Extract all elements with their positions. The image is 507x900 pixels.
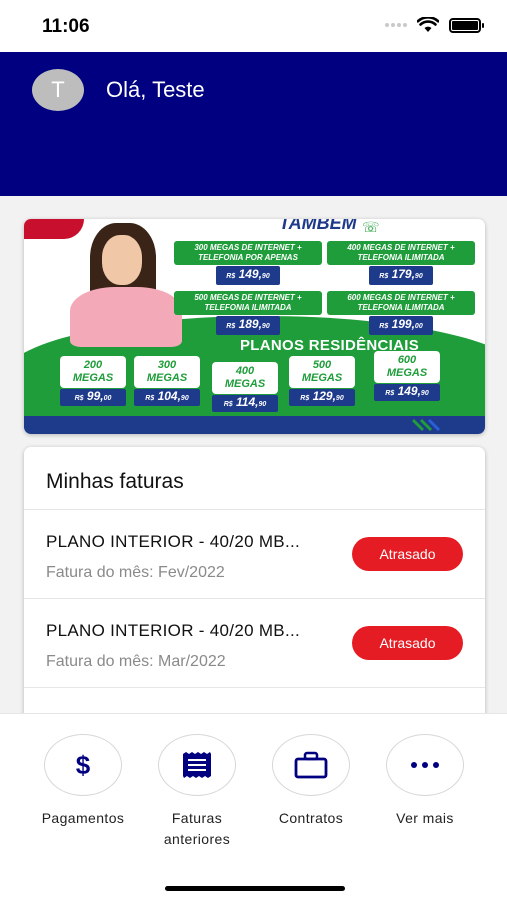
receipt-icon[interactable] [158, 734, 236, 796]
status-bar: 11:06 [0, 0, 507, 52]
header: T Olá, Teste [0, 52, 507, 196]
combo-label: 600 MEGAS DE INTERNET + TELEFONIA ILIMIT… [327, 291, 475, 315]
plan-card: 500 MEGAS R$ 129,90 [289, 356, 355, 406]
plan-card: 300 MEGAS R$ 104,90 [134, 356, 200, 406]
fatura-item[interactable]: PLANO INTERIOR - 40/20 MB... Fatura do m… [24, 509, 485, 598]
combo-price: R$ 189,90 [216, 316, 280, 335]
plan-card: 600 MEGAS R$ 149,90 [374, 351, 440, 401]
plan-card: 400 MEGAS R$ 114,90 [212, 362, 278, 412]
nav-faturas-anteriores[interactable]: Faturas anteriores [142, 734, 252, 850]
faturas-card: Minhas faturas PLANO INTERIOR - 40/20 MB… [24, 447, 485, 737]
nav-label: Pagamentos [41, 810, 125, 826]
banner-headline: TAMBÉM [279, 219, 357, 233]
dollar-icon[interactable]: $ [44, 734, 122, 796]
battery-icon [449, 17, 484, 33]
fatura-plan-name: PLANO INTERIOR - 40/20 MB... [46, 621, 301, 640]
nav-ver-mais[interactable]: Ver mais [370, 734, 480, 829]
fatura-month: Fatura do mês: Mar/2022 [46, 653, 226, 670]
combo-label: 400 MEGAS DE INTERNET + TELEFONIA ILIMIT… [327, 241, 475, 265]
combo-offer: 300 MEGAS DE INTERNET + TELEFONIA POR AP… [174, 241, 322, 285]
nav-contratos[interactable]: Contratos [256, 734, 366, 829]
briefcase-icon[interactable] [272, 734, 350, 796]
status-badge: Atrasado [352, 626, 463, 660]
status-badge: Atrasado [352, 537, 463, 571]
faturas-title: Minhas faturas [46, 470, 184, 493]
bottom-nav: $ Pagamentos Faturas anteriores Contrato… [0, 713, 507, 900]
signal-icon [385, 23, 407, 27]
fatura-plan-name: PLANO INTERIOR - 40/20 MB... [46, 532, 301, 551]
combo-offer: 500 MEGAS DE INTERNET + TELEFONIA ILIMIT… [174, 291, 322, 335]
nav-label: Contratos [278, 810, 344, 826]
more-icon[interactable] [386, 734, 464, 796]
combo-price: R$ 149,90 [216, 266, 280, 285]
combo-price: R$ 179,90 [369, 266, 433, 285]
greeting: Olá, Teste [106, 77, 205, 102]
combo-offer: 600 MEGAS DE INTERNET + TELEFONIA ILIMIT… [327, 291, 475, 335]
plan-card: 200 MEGAS R$ 99,00 [60, 356, 126, 406]
wifi-icon [417, 17, 439, 32]
combo-label: 500 MEGAS DE INTERNET + TELEFONIA ILIMIT… [174, 291, 322, 315]
status-icons [385, 17, 484, 33]
brand-logo-icon [411, 418, 441, 432]
phone-icon: ☏ [362, 219, 380, 235]
nav-label: Faturas anteriores [163, 810, 231, 847]
home-indicator [165, 886, 345, 891]
avatar[interactable]: T [32, 69, 84, 111]
nav-label: Ver mais [396, 810, 454, 826]
combo-label: 300 MEGAS DE INTERNET + TELEFONIA POR AP… [174, 241, 322, 265]
combo-offer: 400 MEGAS DE INTERNET + TELEFONIA ILIMIT… [327, 241, 475, 285]
combo-price: R$ 199,00 [369, 316, 433, 335]
fatura-month: Fatura do mês: Fev/2022 [46, 564, 225, 581]
promo-banner[interactable]: TAMBÉM ☏ 300 MEGAS DE INTERNET + TELEFON… [24, 219, 485, 434]
nav-pagamentos[interactable]: $ Pagamentos [28, 734, 138, 829]
fatura-item[interactable]: PLANO INTERIOR - 40/20 MB... Fatura do m… [24, 598, 485, 687]
banner-person-image [62, 223, 182, 348]
status-time: 11:06 [42, 16, 90, 37]
